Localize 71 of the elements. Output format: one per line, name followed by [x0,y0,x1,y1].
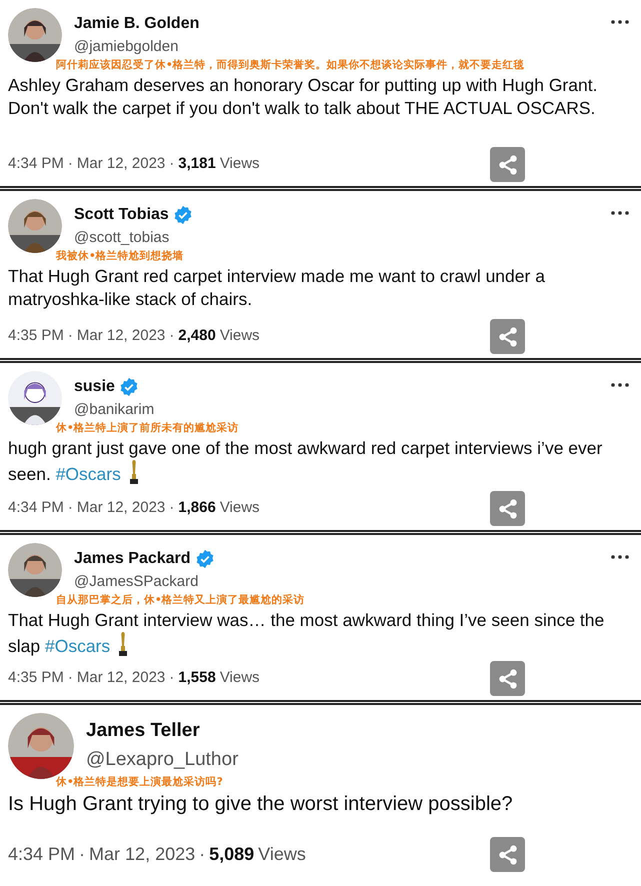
separator-dot: · [199,843,206,866]
share-button[interactable] [490,837,525,872]
author-name: James Packard [74,549,191,569]
hashtag-link[interactable]: #Oscars [56,464,121,484]
separator-dot: · [68,154,73,174]
views-label: Views [258,843,306,866]
share-button[interactable] [490,491,525,526]
author-handle: @scott_tobias [74,228,170,248]
author-name: Jamie B. Golden [74,14,200,34]
tweet-date: Mar 12, 2023 [76,326,166,346]
tweet-date: Mar 12, 2023 [89,843,196,866]
translation-caption: 休•格兰特是想要上演最尬采访吗? [56,775,223,790]
tweet-date: Mar 12, 2023 [76,498,166,518]
share-icon [496,668,518,690]
share-icon [496,844,518,866]
tweet-time: 4:35 PM [8,326,64,346]
share-icon [496,154,518,176]
views-label: Views [220,154,260,174]
verified-badge-icon [118,377,139,397]
tweet-date: Mar 12, 2023 [76,668,166,688]
more-icon [611,20,629,24]
view-count: 1,558 [178,668,216,688]
verified-badge-icon [172,205,193,225]
view-count: 5,089 [209,843,254,866]
translation-caption: 我被休•格兰特尬到想挠墙 [56,249,184,264]
translation-caption: 自从那巴掌之后，休•格兰特又上演了最尴尬的采访 [56,593,305,608]
tweet-text: That Hugh Grant red carpet interview made me want to crawl under a matryoshka-like stack of chairs. [8,264,546,310]
separator-dot: · [169,326,174,346]
author-name: Scott Tobias [74,205,169,225]
separator-dot: · [169,154,174,174]
more-icon [611,383,629,387]
separator-dot: · [68,668,73,688]
author-name: susie [74,377,115,397]
separator-dot: · [79,843,86,866]
translation-caption: 休•格兰特上演了前所未有的尴尬采访 [56,421,239,436]
view-count: 2,480 [178,326,216,346]
tweet-time: 4:35 PM [8,668,64,688]
views-label: Views [220,326,260,346]
author-handle: @Lexapro_Luthor [86,748,240,772]
separator-dot: · [169,668,174,688]
tweet-time: 4:34 PM [8,154,64,174]
separator-dot: · [68,498,73,518]
tweet-time: 4:34 PM [8,843,76,866]
trophy-icon [118,632,128,656]
author-handle: @JamesSPackard [74,572,200,592]
share-icon [496,326,518,348]
author-handle: @jamiebgolden [74,37,180,57]
views-label: Views [220,668,260,688]
views-label: Views [220,498,260,518]
author-handle: @banikarim [74,400,156,420]
author-name: James Teller [86,719,200,743]
share-button[interactable] [490,661,525,696]
tweet-date: Mar 12, 2023 [76,154,166,174]
tweet-text: Ashley Graham deserves an honorary Oscar for putting up with Hugh Grant. Don't walk the carpet if you don't walk to talk about THE ACTUAL OSCARS. [8,74,598,120]
tweet-time: 4:34 PM [8,498,64,518]
more-icon [611,555,629,559]
tweet-text: That Hugh Grant interview was… the most awkward thing I’ve seen since the slap #Oscars [8,608,606,658]
view-count: 3,181 [178,154,216,174]
tweet-text: hugh grant just gave one of the most awkward red carpet interviews i’ve ever seen. #Oscars [8,436,604,486]
share-icon [496,498,518,520]
translation-caption: 阿什莉应该因忍受了休•格兰特，而得到奥斯卡荣誉奖。如果你不想谈论实际事件，就不要走红毯 [56,58,525,73]
share-button[interactable] [490,147,525,182]
more-icon [611,211,629,215]
view-count: 1,866 [178,498,216,518]
separator-dot: · [68,326,73,346]
verified-badge-icon [194,549,215,569]
tweet-text: Is Hugh Grant trying to give the worst interview possible? [8,792,514,817]
share-button[interactable] [490,319,525,354]
hashtag-link[interactable]: #Oscars [44,636,110,656]
trophy-icon [128,460,139,484]
separator-dot: · [169,498,174,518]
